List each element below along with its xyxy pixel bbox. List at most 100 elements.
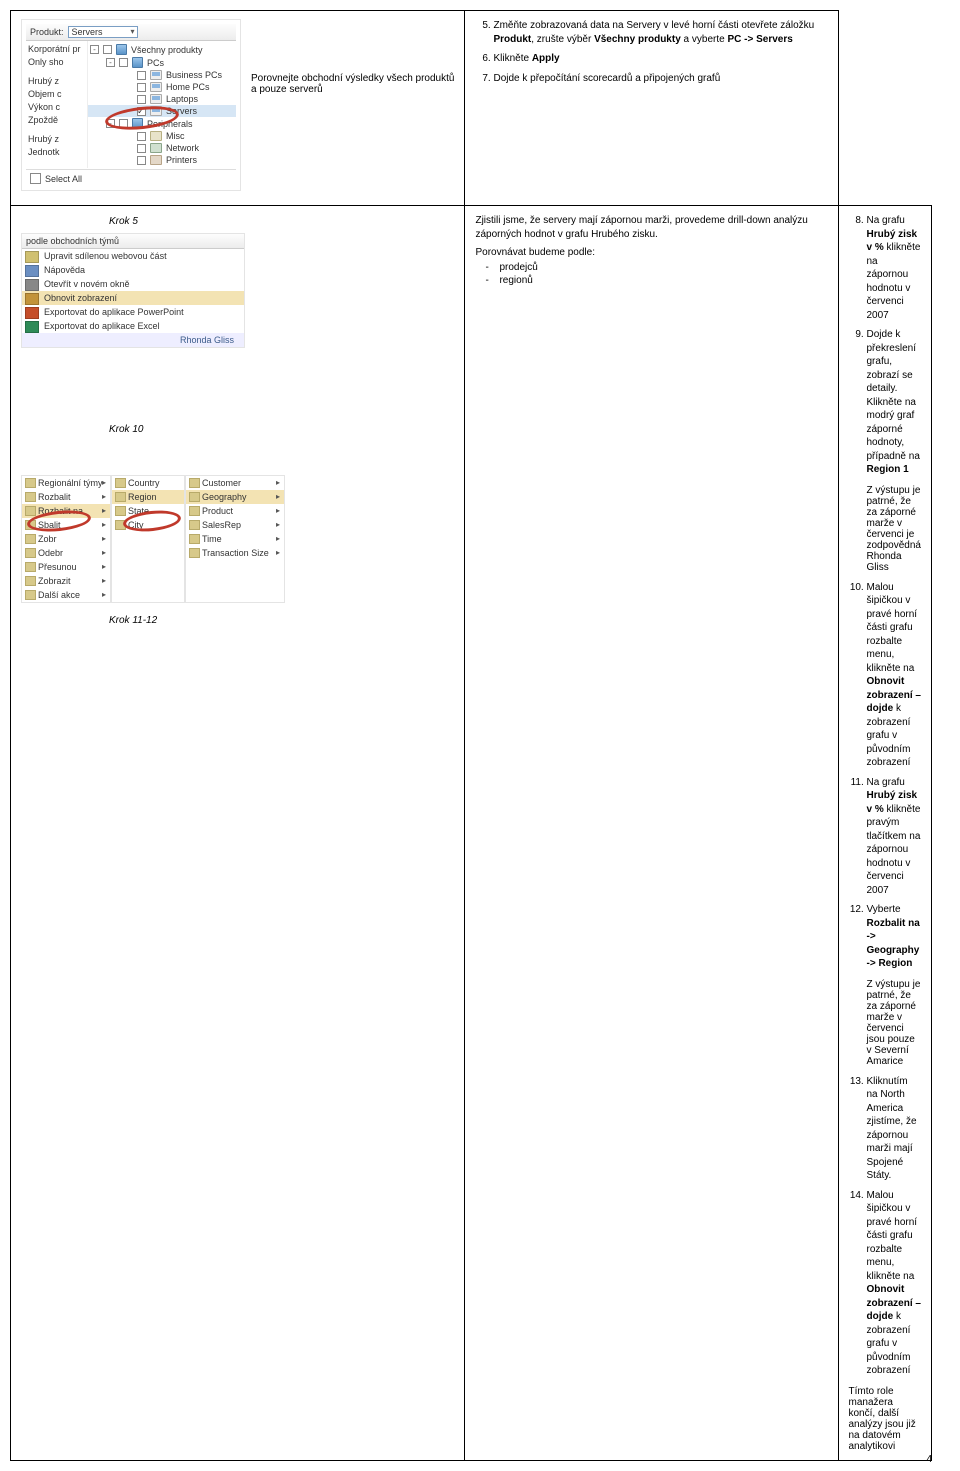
mid-p2: Porovnávat budeme podle: [475, 247, 827, 258]
step-14: Malou šipičkou v pravé horní části grafu… [867, 1189, 922, 1378]
submenu-mid[interactable]: CountryRegionStateCity [112, 476, 184, 532]
step-6: Klikněte Apply [493, 52, 827, 66]
cube-icon [189, 520, 200, 530]
tree-item[interactable]: Business PCs [88, 69, 236, 81]
menu-item-icon [25, 279, 39, 291]
context-menu-item[interactable]: Exportovat do aplikace PowerPoint [22, 305, 244, 319]
submenu-item-label: Sbalit [38, 520, 61, 530]
checkbox[interactable] [137, 107, 146, 116]
tree-item[interactable]: Servers [88, 105, 236, 117]
menu-item-label: Obnovit zobrazení [44, 293, 117, 303]
product-tree[interactable]: - Všechny produkty - PCsBusiness PCsHome PC… [88, 41, 236, 168]
cube-icon [25, 492, 36, 502]
step-10: Malou šipičkou v pravé horní části grafu… [867, 581, 922, 770]
checkbox[interactable] [137, 71, 146, 80]
header-label: Produkt: [30, 27, 64, 37]
checkbox[interactable] [103, 45, 112, 54]
tree-item-label: PCs [147, 58, 164, 68]
steps-list-row1: Změňte zobrazovaná data na Servery v lev… [479, 19, 827, 85]
submenu-item[interactable]: Country [112, 476, 184, 490]
cube-icon [25, 548, 36, 558]
checkbox[interactable] [137, 132, 146, 141]
submenu-item[interactable]: Region [112, 490, 184, 504]
cube-icon [25, 576, 36, 586]
menu-item-label: Otevřít v novém okně [44, 279, 130, 289]
tree-toggle-icon[interactable]: - [106, 119, 115, 128]
tree-item[interactable]: Laptops [88, 93, 236, 105]
tree-item[interactable]: Home PCs [88, 81, 236, 93]
submenu-right[interactable]: Customer Geography Product SalesRepTime Tran… [186, 476, 284, 560]
krok-5-label: Krok 5 [109, 216, 454, 227]
tree-toggle-icon[interactable]: - [90, 45, 99, 54]
checkbox[interactable] [137, 156, 146, 165]
submenu-item[interactable]: State [112, 504, 184, 518]
cube-icon [25, 562, 36, 572]
shot-header: Produkt: Servers [26, 24, 236, 41]
submenu-item-label: Product [202, 506, 233, 516]
tree-item[interactable]: Printers [88, 154, 236, 166]
tree-item[interactable]: - PCs [88, 56, 236, 69]
tree-item-label: Všechny produkty [131, 45, 203, 55]
closing-text: Tímto role manažera končí, další analýzy… [849, 1386, 922, 1452]
menu-item-icon [25, 265, 39, 277]
checkbox[interactable] [119, 58, 128, 67]
submenu-item-label: Transaction Size [202, 548, 269, 558]
select-all-row[interactable]: Select All [26, 171, 236, 186]
tree-item-label: Home PCs [166, 82, 210, 92]
pc-icon [150, 82, 162, 92]
submenu-item[interactable]: Customer [186, 476, 284, 490]
cube-icon [189, 506, 200, 516]
menu-item-label: Exportovat do aplikace PowerPoint [44, 307, 184, 317]
submenu-item-label: Přesunou [38, 562, 77, 572]
submenu-item-label: Geography [202, 492, 247, 502]
tree-item[interactable]: -Peripherals [88, 117, 236, 130]
submenu-item[interactable]: Product [186, 504, 284, 518]
submenu-item-label: Customer [202, 478, 241, 488]
context-menu[interactable]: Upravit sdílenou webovou část Nápověda Ote… [22, 249, 244, 333]
submenu-item[interactable]: Odebr [22, 546, 110, 560]
context-menu-item[interactable]: Otevřít v novém okně [22, 277, 244, 291]
tree-item[interactable]: Network [88, 142, 236, 154]
pc-icon [150, 70, 162, 80]
product-dropdown[interactable]: Servers [68, 26, 138, 38]
net-icon [150, 143, 162, 153]
submenu-item[interactable]: Zobrazit [22, 574, 110, 588]
steps-list-right-b: Malou šipičkou v pravé horní části grafu… [853, 581, 922, 971]
submenu-item[interactable]: Time [186, 532, 284, 546]
submenu-item[interactable]: Přesunou [22, 560, 110, 574]
submenu-item[interactable]: Sbalit [22, 518, 110, 532]
blue-cube-icon [116, 44, 127, 55]
tree-item[interactable]: - Všechny produkty [88, 43, 236, 56]
step-9: Dojde k překreslení grafu, zobrazí se de… [867, 328, 922, 477]
submenu-item[interactable]: Rozbalit na [22, 504, 110, 518]
submenu-item[interactable]: Geography [186, 490, 284, 504]
submenu-item[interactable]: Další akce [22, 588, 110, 602]
context-menu-item[interactable]: Nápověda [22, 263, 244, 277]
checkbox[interactable] [137, 95, 146, 104]
screenshot-rozbalit-na: Regionální týmyRozbalitRozbalit na Sbalit… [21, 475, 454, 609]
submenu-item[interactable]: Rozbalit [22, 490, 110, 504]
step-12: Vyberte Rozbalit na -> Geography -> Regi… [867, 903, 922, 971]
checkbox[interactable] [137, 83, 146, 92]
krok-1112-label: Krok 11-12 [109, 615, 454, 626]
tree-toggle-icon[interactable]: - [106, 58, 115, 67]
submenu-left[interactable]: Regionální týmyRozbalitRozbalit na Sbalit… [22, 476, 110, 602]
cube-icon [189, 548, 200, 558]
checkbox[interactable] [137, 144, 146, 153]
context-menu-item[interactable]: Upravit sdílenou webovou část [22, 249, 244, 263]
submenu-item[interactable]: Transaction Size [186, 546, 284, 560]
cube-icon [25, 520, 36, 530]
submenu-item[interactable]: Zobr [22, 532, 110, 546]
step-5: Změňte zobrazovaná data na Servery v lev… [493, 19, 827, 46]
submenu-item[interactable]: Regionální týmy [22, 476, 110, 490]
tree-item-label: Printers [166, 155, 197, 165]
menu-item-label: Nápověda [44, 265, 85, 275]
context-menu-item[interactable]: Exportovat do aplikace Excel [22, 319, 244, 333]
tree-item[interactable]: Misc [88, 130, 236, 142]
cube-icon [115, 478, 126, 488]
checkbox[interactable] [119, 119, 128, 128]
context-menu-item[interactable]: Obnovit zobrazení [22, 291, 244, 305]
submenu-item[interactable]: SalesRep [186, 518, 284, 532]
submenu-item[interactable]: City [112, 518, 184, 532]
mid-bullets: prodejců regionů [499, 262, 827, 286]
